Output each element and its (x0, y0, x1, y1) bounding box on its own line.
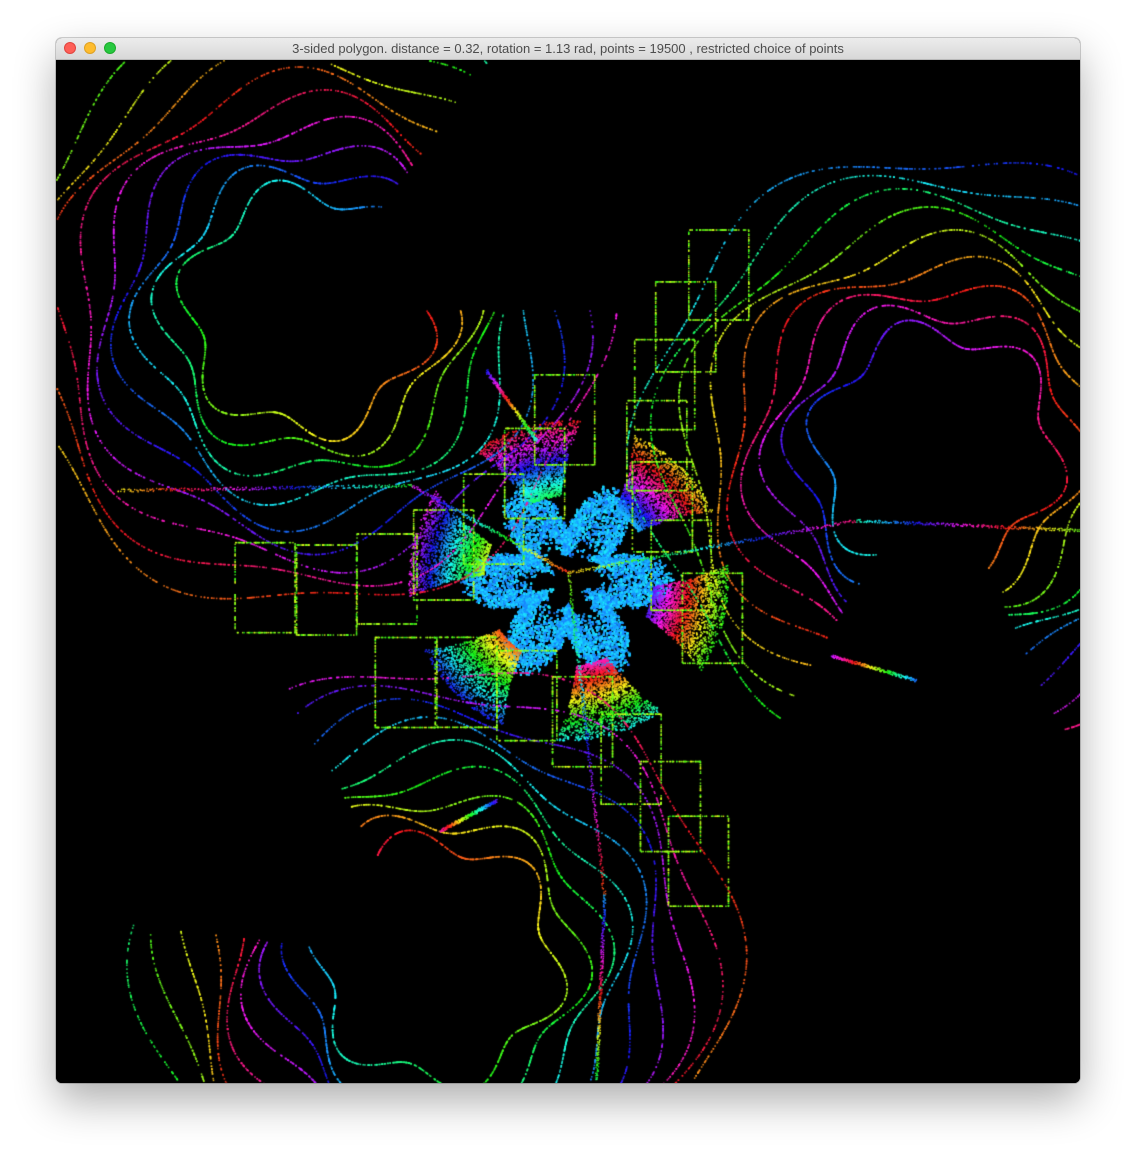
fractal-canvas[interactable] (56, 60, 1080, 1083)
drawing-canvas-area[interactable] (56, 60, 1080, 1083)
title-bar[interactable]: 3-sided polygon. distance = 0.32, rotati… (56, 38, 1080, 60)
close-button[interactable] (64, 42, 76, 54)
window-title: 3-sided polygon. distance = 0.32, rotati… (292, 41, 844, 56)
zoom-button[interactable] (104, 42, 116, 54)
minimize-button[interactable] (84, 42, 96, 54)
app-window: 3-sided polygon. distance = 0.32, rotati… (56, 38, 1080, 1083)
